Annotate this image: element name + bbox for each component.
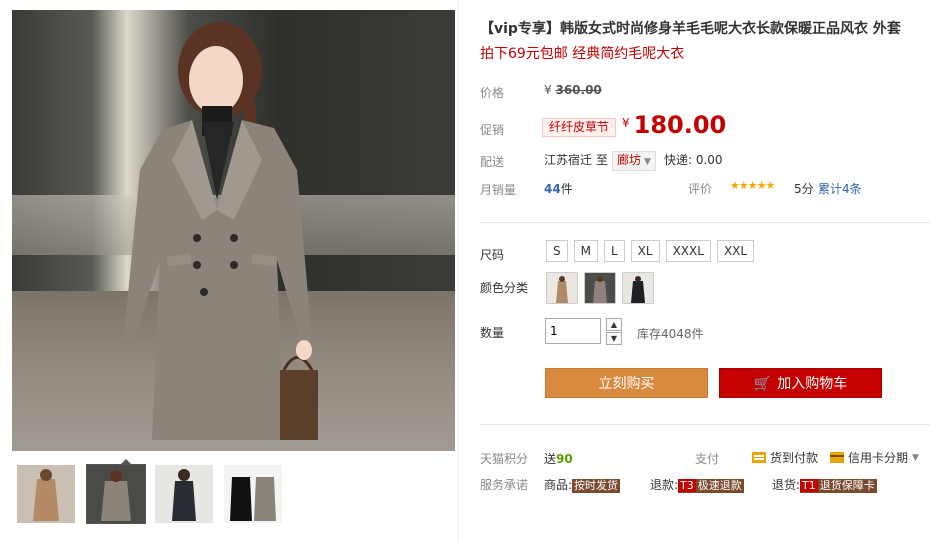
thumbnail-2[interactable] bbox=[86, 464, 146, 524]
color-swatch-grey[interactable] bbox=[584, 272, 616, 304]
points-prefix: 送 bbox=[544, 452, 557, 466]
promise-goods: 商品: 按时发货 bbox=[544, 476, 621, 493]
coat-model-illustration bbox=[124, 22, 318, 440]
color-label: 颜色分类 bbox=[480, 281, 529, 295]
quantity-label: 数量 bbox=[480, 326, 505, 340]
promise-refund: 退款: T3 极速退款 bbox=[650, 476, 744, 493]
rating-stars-icon: ★★★★★ bbox=[730, 179, 775, 192]
chevron-down-icon: ▼ bbox=[644, 157, 651, 167]
promise-return: 退货: T1 退货保障卡 bbox=[772, 476, 877, 493]
sales-count: 44 bbox=[544, 182, 561, 196]
color-swatch-black[interactable] bbox=[622, 272, 654, 304]
quantity-input[interactable] bbox=[545, 318, 601, 344]
thumbnail-4[interactable] bbox=[224, 465, 282, 523]
chevron-down-icon: ▼ bbox=[912, 452, 919, 463]
divider-1 bbox=[480, 222, 930, 223]
promise-return-code: T1 bbox=[800, 479, 818, 492]
divider-2 bbox=[480, 424, 930, 425]
size-option[interactable]: XL bbox=[630, 240, 660, 262]
promo-tag[interactable]: 纤纤皮草节 bbox=[542, 118, 617, 137]
points-info: 送90 bbox=[544, 450, 573, 467]
points-value: 90 bbox=[556, 452, 573, 466]
monthly-sales-label: 月销量 bbox=[480, 183, 517, 197]
promo-price: ¥180.00 bbox=[622, 111, 726, 139]
rating-label: 评价 bbox=[688, 182, 713, 196]
pay-label: 支付 bbox=[695, 452, 720, 466]
column-divider bbox=[458, 0, 459, 541]
cart-icon: 🛒 bbox=[753, 376, 772, 392]
thumbnail-1[interactable] bbox=[17, 465, 75, 523]
pay-credit[interactable]: 信用卡分期 ▼ bbox=[830, 449, 919, 466]
ship-to-word: 至 bbox=[596, 153, 609, 167]
cod-icon bbox=[752, 452, 766, 463]
promise-refund-text: 极速退款 bbox=[697, 479, 742, 492]
pay-cod[interactable]: 货到付款 bbox=[752, 449, 818, 466]
promise-return-prefix: 退货: bbox=[772, 478, 801, 492]
promise-goods-prefix: 商品: bbox=[544, 478, 573, 492]
promise-refund-code: T3 bbox=[678, 479, 696, 492]
destination-value: 廊坊 bbox=[617, 153, 642, 167]
original-price-value: 360.00 bbox=[555, 83, 602, 97]
shipping-label: 配送 bbox=[480, 155, 505, 169]
size-label: 尺码 bbox=[480, 248, 505, 262]
add-to-cart-button[interactable]: 🛒 加入购物车 bbox=[719, 368, 882, 398]
price-label: 价格 bbox=[480, 86, 505, 100]
color-swatch-camel[interactable] bbox=[546, 272, 578, 304]
size-option[interactable]: S bbox=[546, 240, 568, 262]
thumbnail-3[interactable] bbox=[155, 465, 213, 523]
sales-unit: 件 bbox=[560, 182, 573, 196]
promise-refund-tag[interactable]: T3 极速退款 bbox=[678, 479, 744, 493]
size-option[interactable]: M bbox=[573, 240, 598, 262]
color-options bbox=[546, 272, 654, 304]
pay-credit-label: 信用卡分期 bbox=[848, 451, 909, 465]
destination-select[interactable]: 廊坊 ▼ bbox=[612, 151, 656, 171]
stock-count: 库存4048件 bbox=[637, 327, 704, 341]
credit-card-icon bbox=[830, 452, 844, 463]
size-option[interactable]: L bbox=[603, 240, 625, 262]
buy-now-button[interactable]: 立刻购买 bbox=[545, 368, 708, 398]
promo-price-value: 180.00 bbox=[633, 111, 727, 139]
original-currency: ¥ bbox=[544, 83, 552, 97]
main-product-image[interactable] bbox=[12, 10, 455, 451]
promise-goods-tag[interactable]: 按时发货 bbox=[572, 479, 621, 493]
size-options: S M L XL XXXL XXL bbox=[546, 240, 755, 262]
points-label: 天猫积分 bbox=[480, 452, 529, 466]
product-title: 【vip专享】韩版女式时尚修身羊毛毛呢大衣长款保暖正品风衣 外套 bbox=[480, 21, 901, 37]
size-option[interactable]: XXXL bbox=[665, 240, 711, 262]
size-option[interactable]: XXL bbox=[716, 240, 755, 262]
promise-label: 服务承诺 bbox=[480, 478, 529, 492]
add-to-cart-label: 加入购物车 bbox=[777, 376, 848, 392]
monthly-sales: 44件 bbox=[544, 180, 573, 197]
promo-currency: ¥ bbox=[622, 116, 630, 130]
original-price: ¥ 360.00 bbox=[544, 83, 602, 97]
product-subtitle: 拍下69元包邮 经典简约毛呢大衣 bbox=[480, 46, 685, 62]
review-count-link[interactable]: 累计4条 bbox=[818, 180, 862, 197]
thumbnail-strip bbox=[12, 459, 455, 531]
shipping-fee: 快递: 0.00 bbox=[663, 153, 723, 167]
promise-refund-prefix: 退款: bbox=[650, 478, 679, 492]
quantity-increase-icon[interactable]: ▲ bbox=[606, 318, 622, 331]
quantity-decrease-icon[interactable]: ▼ bbox=[606, 332, 622, 345]
promo-label: 促销 bbox=[480, 123, 505, 137]
rating-score: 5分 bbox=[794, 182, 814, 196]
promise-return-tag[interactable]: T1 退货保障卡 bbox=[800, 479, 877, 493]
promise-return-text: 退货保障卡 bbox=[819, 479, 875, 492]
pay-cod-label: 货到付款 bbox=[770, 451, 819, 465]
shipping-info: 江苏宿迁至廊坊 ▼ 快递: 0.00 bbox=[544, 151, 723, 171]
ship-from: 江苏宿迁 bbox=[544, 153, 593, 167]
